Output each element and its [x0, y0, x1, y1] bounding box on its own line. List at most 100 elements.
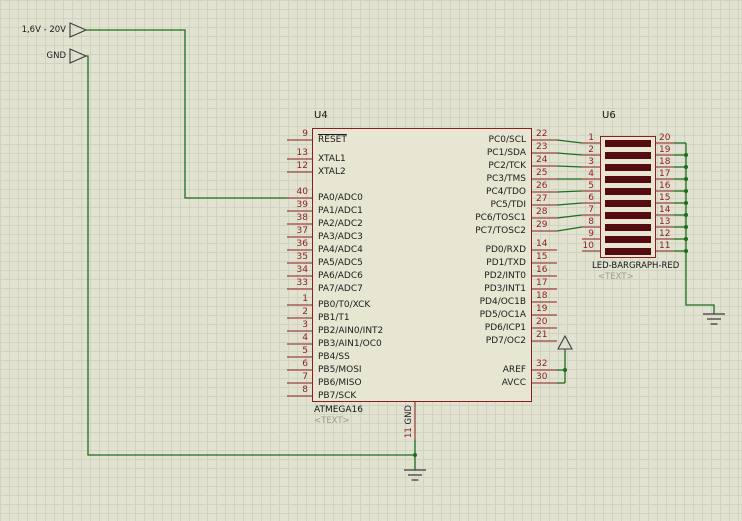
- led-segment: [605, 236, 651, 243]
- led-segment: [605, 164, 651, 171]
- pin-number: 24: [536, 155, 547, 165]
- pin-number: 21: [536, 330, 547, 340]
- pin-label: PC7/TOSC2: [356, 226, 526, 236]
- pin-number: 36: [264, 239, 308, 249]
- pin-label: PD0/RXD: [356, 245, 526, 255]
- schematic-canvas: 1,6V - 20V GND U4 ATMEGA16 <TEXT> U6 LED…: [0, 0, 742, 521]
- pin-number: 32: [536, 359, 547, 369]
- pin-number: 9: [566, 229, 594, 239]
- pin-number: 2: [264, 307, 308, 317]
- pin-number: 38: [264, 213, 308, 223]
- pin-number: 1: [566, 133, 594, 143]
- pin-number: 7: [264, 372, 308, 382]
- led-segment: [605, 248, 651, 255]
- pin-label: PC6/TOSC1: [356, 213, 526, 223]
- input-terminal-icon[interactable]: [70, 23, 86, 37]
- pin-label: PC5/TDI: [356, 200, 526, 210]
- pin-label: XTAL2: [318, 167, 346, 177]
- pin-label: AREF: [356, 365, 526, 375]
- pin-number: 19: [536, 304, 547, 314]
- chip-bottom-pin-label: 11 GND: [404, 405, 414, 438]
- led-segment: [605, 152, 651, 159]
- pin-number: 30: [536, 372, 547, 382]
- ground-symbol[interactable]: [703, 314, 725, 324]
- led-segment: [605, 140, 651, 147]
- pin-number: 10: [566, 241, 594, 251]
- junction-dot: [563, 368, 567, 372]
- pin-label: RESET: [318, 135, 347, 145]
- pin-label: PC4/TDO: [356, 187, 526, 197]
- pin-number: 16: [536, 265, 547, 275]
- pin-number: 1: [264, 294, 308, 304]
- pin-number: 29: [536, 220, 547, 230]
- pin-number: 25: [536, 168, 547, 178]
- wire-power-to-pa0[interactable]: [85, 30, 287, 198]
- pin-label: PD4/OC1B: [356, 297, 526, 307]
- pin-number: 8: [566, 217, 594, 227]
- ground-symbol[interactable]: [404, 470, 426, 480]
- pin-number: 14: [536, 239, 547, 249]
- junction-dot: [413, 453, 417, 457]
- pin-number: 40: [264, 187, 308, 197]
- wire-pc-to-bargraph[interactable]: [557, 191, 582, 192]
- chip-text-placeholder: <TEXT>: [314, 416, 350, 426]
- pin-label: PC2/TCK: [356, 161, 526, 171]
- chip-value-label: ATMEGA16: [314, 405, 363, 415]
- pin-number: 5: [264, 346, 308, 356]
- pin-number: 13: [264, 148, 308, 158]
- chip-reference: U4: [314, 110, 328, 121]
- pin-label: GND: [404, 405, 414, 425]
- bargraph-value-label: LED-BARGRAPH-RED: [592, 261, 679, 271]
- pin-number: 18: [659, 157, 670, 167]
- pin-number: 11: [659, 241, 670, 251]
- pin-number: 35: [264, 252, 308, 262]
- pin-label: XTAL1: [318, 154, 346, 164]
- pin-number: 12: [264, 161, 308, 171]
- pin-number: 5: [566, 181, 594, 191]
- pin-number: 11: [404, 427, 414, 438]
- pin-label: PB1/T1: [318, 313, 350, 323]
- led-segment: [605, 224, 651, 231]
- pin-number: 15: [659, 193, 670, 203]
- pin-label: PC0/SCL: [356, 135, 526, 145]
- pin-number: 33: [264, 278, 308, 288]
- pin-number: 34: [264, 265, 308, 275]
- pin-number: 14: [659, 205, 670, 215]
- pin-number: 6: [566, 193, 594, 203]
- pin-number: 20: [659, 133, 670, 143]
- pin-number: 9: [264, 129, 308, 139]
- pin-number: 4: [264, 333, 308, 343]
- pin-number: 13: [659, 217, 670, 227]
- pin-number: 3: [566, 157, 594, 167]
- pin-number: 20: [536, 317, 547, 327]
- power-terminal-label: 1,6V - 20V: [8, 25, 66, 35]
- pin-label: AVCC: [356, 378, 526, 388]
- pin-number: 3: [264, 320, 308, 330]
- pin-number: 28: [536, 207, 547, 217]
- pin-number: 12: [659, 229, 670, 239]
- pin-label: PD1/TXD: [356, 258, 526, 268]
- pin-label: PC1/SDA: [356, 148, 526, 158]
- gnd-terminal-icon[interactable]: [70, 49, 86, 63]
- pin-number: 23: [536, 142, 547, 152]
- pin-label: PD6/ICP1: [356, 323, 526, 333]
- pin-number: 27: [536, 194, 547, 204]
- led-segment: [605, 212, 651, 219]
- power-terminal-icon[interactable]: [558, 336, 572, 349]
- pin-number: 16: [659, 181, 670, 191]
- pin-number: 26: [536, 181, 547, 191]
- wire-bargraph-gnd-bus[interactable]: [686, 143, 714, 314]
- pin-label: PD7/OC2: [356, 336, 526, 346]
- pin-label: PD2/INT0: [356, 271, 526, 281]
- bargraph-text-placeholder: <TEXT>: [598, 272, 634, 282]
- pin-number: 8: [264, 385, 308, 395]
- pin-number: 6: [264, 359, 308, 369]
- pin-label: PB7/SCK: [318, 391, 356, 401]
- pin-number: 2: [566, 145, 594, 155]
- pin-number: 19: [659, 145, 670, 155]
- led-segment: [605, 200, 651, 207]
- pin-label: PC3/TMS: [356, 174, 526, 184]
- pin-number: 15: [536, 252, 547, 262]
- led-segment: [605, 176, 651, 183]
- led-segment: [605, 188, 651, 195]
